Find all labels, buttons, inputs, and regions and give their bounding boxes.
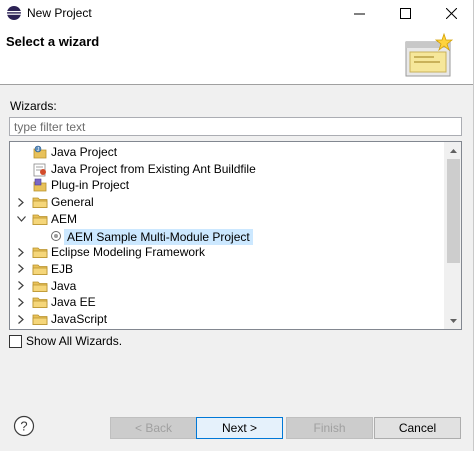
title-bar: New Project (0, 0, 474, 26)
aem-project-icon (48, 228, 64, 244)
tree-item[interactable]: AEM Sample Multi-Module Project (10, 228, 440, 245)
minimize-icon (353, 13, 365, 14)
tree-vertical-scrollbar[interactable] (444, 142, 461, 329)
tree-item[interactable]: J Java Project (10, 144, 440, 161)
back-button[interactable]: < Back (110, 417, 197, 439)
maximize-button[interactable] (382, 0, 428, 26)
chevron-right-icon[interactable] (16, 197, 26, 207)
eclipse-app-icon (7, 6, 21, 20)
next-button[interactable]: Next > (196, 417, 283, 439)
tree-item-label: Java EE (51, 295, 96, 310)
tree-item-label: EJB (51, 261, 74, 276)
show-all-label: Show All Wizards. (26, 334, 123, 348)
tree-item[interactable]: AEM (10, 211, 440, 228)
show-all-wizards[interactable]: Show All Wizards. (9, 334, 122, 348)
tree-item-label: Java (51, 278, 77, 293)
show-all-checkbox[interactable] (9, 334, 22, 348)
cancel-button[interactable]: Cancel (374, 417, 461, 439)
finish-button[interactable]: Finish (286, 417, 373, 439)
folder-icon (32, 278, 48, 294)
tree-item-label: Java Project (51, 145, 118, 159)
ant-project-icon (32, 161, 48, 177)
help-icon[interactable]: ? (13, 415, 35, 437)
folder-icon (32, 294, 48, 310)
close-button[interactable] (428, 0, 474, 26)
folder-icon (32, 211, 48, 227)
tree-item-label: AEM (51, 211, 78, 226)
tree-item[interactable]: EJB (10, 261, 440, 278)
scroll-thumb[interactable] (447, 159, 460, 263)
chevron-right-icon[interactable] (16, 314, 26, 324)
wizard-header: Select a wizard (0, 26, 474, 84)
tree-item-label: Plug-in Project (51, 178, 130, 193)
folder-icon (32, 244, 48, 260)
tree-item[interactable]: Eclipse Modeling Framework (10, 244, 440, 261)
tree-item-label: Java Project from Existing Ant Buildfile (51, 161, 256, 176)
plugin-project-icon (32, 177, 48, 193)
java-project-icon: J (32, 144, 48, 160)
chevron-up-icon (450, 148, 457, 153)
scroll-up-arrow[interactable] (445, 142, 461, 159)
new-wizard-banner-icon (405, 32, 454, 77)
chevron-right-icon[interactable] (16, 247, 26, 257)
tree-item-label: AEM Sample Multi-Module Project (64, 228, 253, 245)
window-title: New Project (27, 6, 92, 20)
tree-item-label: General (51, 195, 94, 210)
tree-item[interactable]: General (10, 194, 440, 211)
chevron-down-icon[interactable] (16, 214, 26, 224)
button-bar: ? < Back Next > Finish Cancel (0, 385, 474, 451)
wizard-tree[interactable]: J Java Project Java Project from Existing … (9, 141, 462, 330)
folder-icon (32, 261, 48, 277)
wizard-body: Wizards: JJava ProjectJava Project from … (0, 85, 474, 385)
folder-icon (32, 311, 48, 327)
tree-item-label: JavaScript (51, 312, 108, 326)
page-title: Select a wizard (6, 34, 100, 49)
chevron-down-icon (450, 318, 457, 323)
tree-item[interactable]: JavaScript (10, 311, 440, 328)
chevron-right-icon[interactable] (16, 264, 26, 274)
scroll-down-arrow[interactable] (445, 312, 461, 329)
tree-item-label: Eclipse Modeling Framework (51, 245, 206, 260)
maximize-icon (399, 7, 411, 19)
tree-item[interactable]: Java (10, 278, 440, 295)
tree-item[interactable]: Java EE (10, 294, 440, 311)
wizards-label: Wizards: (10, 99, 57, 113)
minimize-button[interactable] (336, 0, 382, 26)
tree-item[interactable]: Plug-in Project (10, 177, 440, 194)
chevron-right-icon[interactable] (16, 297, 26, 307)
filter-input[interactable] (9, 117, 462, 136)
tree-item[interactable]: Java Project from Existing Ant Buildfile (10, 161, 440, 178)
svg-text:?: ? (20, 419, 27, 434)
close-icon (445, 7, 457, 19)
chevron-right-icon[interactable] (16, 281, 26, 291)
folder-icon (32, 194, 48, 210)
